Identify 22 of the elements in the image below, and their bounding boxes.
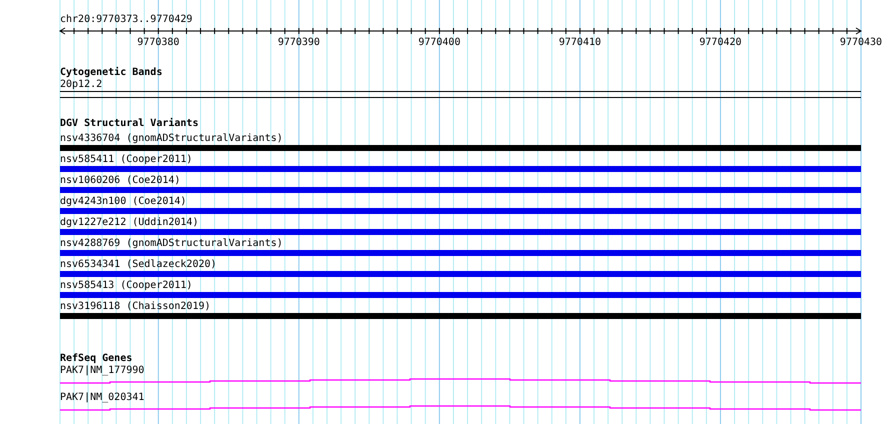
variant-label: nsv4288769 (gnomADStructuralVariants)	[60, 237, 283, 250]
tick-label: 9770430	[840, 37, 882, 48]
variant-label: nsv3196118 (Chaisson2019)	[60, 300, 211, 313]
tick-label: 9770420	[699, 37, 742, 48]
gene-label: PAK7|NM_020341	[60, 392, 144, 404]
variant-label: nsv1060206 (Coe2014)	[60, 174, 180, 187]
tick-label: 9770400	[418, 37, 460, 48]
variant-label: dgv1227e212 (Uddin2014)	[60, 216, 198, 229]
track-title: Cytogenetic Bands	[60, 67, 162, 79]
variant-label: dgv4243n100 (Coe2014)	[60, 195, 186, 208]
tick-label: 9770380	[137, 37, 180, 48]
track-title: DGV Structural Variants	[60, 118, 198, 130]
tick-label: 9770390	[278, 37, 320, 48]
variant-label: nsv6534341 (Sedlazeck2020)	[60, 258, 217, 271]
band-label: 20p12.2	[60, 79, 102, 91]
variant-label: nsv585413 (Cooper2011)	[60, 279, 192, 292]
gene-label: PAK7|NM_177990	[60, 365, 144, 377]
variant-label: nsv4336704 (gnomADStructuralVariants)	[60, 132, 283, 145]
track-title: RefSeq Genes	[60, 353, 132, 365]
tick-label: 9770410	[558, 37, 602, 48]
variant-label: nsv585411 (Cooper2011)	[60, 153, 192, 166]
position-label: chr20:9770373..9770429	[60, 13, 192, 27]
